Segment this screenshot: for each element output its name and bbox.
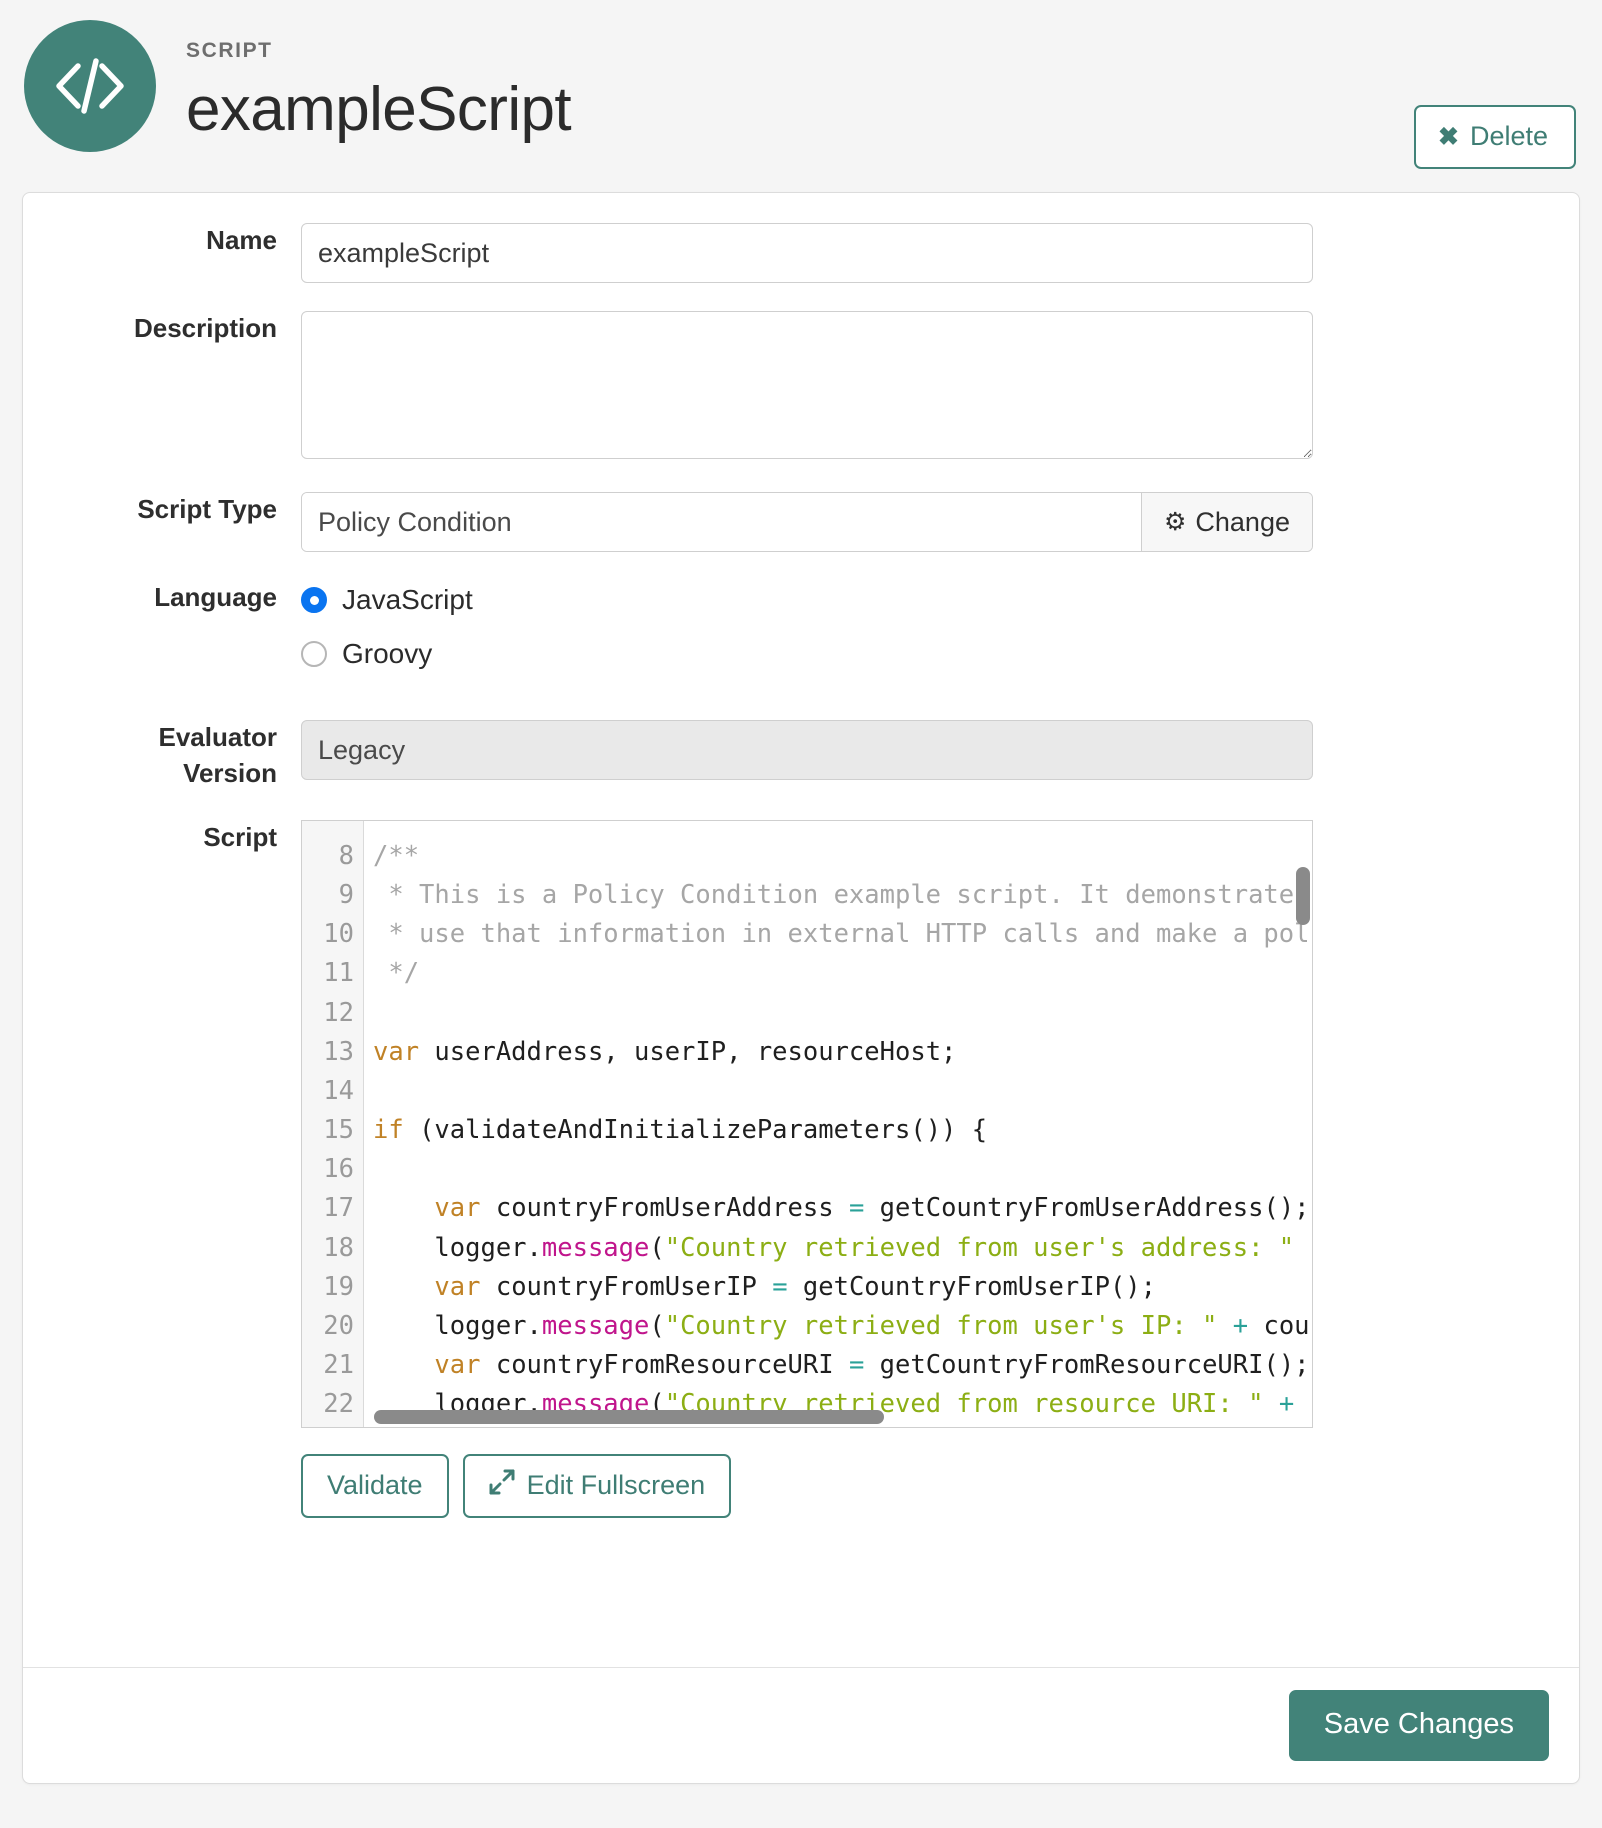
- editor-code-line: var userAddress, userIP, resourceHost;: [373, 1033, 1312, 1072]
- editor-line-number: 10: [302, 915, 354, 954]
- editor-line-number: 19: [302, 1268, 354, 1307]
- name-input[interactable]: [301, 223, 1313, 283]
- radio-option-javascript[interactable]: JavaScript: [301, 584, 1313, 616]
- editor-line-number: 12: [302, 994, 354, 1033]
- editor-code-line: [373, 1072, 1312, 1111]
- card-footer: Save Changes: [23, 1667, 1579, 1783]
- expand-arrows-icon: [489, 1469, 515, 1502]
- gear-icon: ⚙: [1164, 510, 1186, 535]
- description-textarea[interactable]: [301, 311, 1313, 459]
- editor-line-number: 22: [302, 1385, 354, 1424]
- validate-button-label: Validate: [327, 1470, 423, 1501]
- form-row-script-type: Script Type Policy Condition ⚙ Change: [51, 492, 1551, 552]
- code-brackets-icon: [51, 53, 129, 119]
- editor-line-number: 11: [302, 954, 354, 993]
- save-changes-button[interactable]: Save Changes: [1289, 1690, 1549, 1761]
- change-button-label: Change: [1195, 507, 1290, 538]
- form-row-description: Description: [51, 311, 1551, 464]
- language-label: Language: [51, 580, 301, 616]
- editor-code-area[interactable]: /** * This is a Policy Condition example…: [364, 821, 1312, 1427]
- form-row-script: Script 8910111213141516171819202122 /** …: [51, 820, 1551, 1518]
- radio-indicator-groovy[interactable]: [301, 641, 327, 667]
- header-text-block: SCRIPT exampleScript: [186, 18, 571, 144]
- page-eyebrow: SCRIPT: [186, 40, 571, 61]
- edit-fullscreen-button[interactable]: Edit Fullscreen: [463, 1454, 732, 1518]
- editor-line-number-gutter: 8910111213141516171819202122: [302, 821, 364, 1427]
- code-editor[interactable]: 8910111213141516171819202122 /** * This …: [301, 820, 1313, 1428]
- edit-fullscreen-button-label: Edit Fullscreen: [527, 1470, 706, 1501]
- editor-code-line: * use that information in external HTTP …: [373, 915, 1312, 954]
- evaluator-version-label-line2: Version: [51, 756, 277, 792]
- page-title: exampleScript: [186, 75, 571, 144]
- radio-option-groovy[interactable]: Groovy: [301, 638, 1313, 670]
- editor-line-number: 20: [302, 1307, 354, 1346]
- editor-line-number: 17: [302, 1189, 354, 1228]
- editor-line-number: 8: [302, 837, 354, 876]
- form-row-language: Language JavaScript Groovy: [51, 580, 1551, 692]
- save-changes-label: Save Changes: [1324, 1708, 1514, 1740]
- script-type-group: Policy Condition ⚙ Change: [301, 492, 1313, 552]
- radio-label-javascript: JavaScript: [342, 584, 473, 616]
- editor-line-number: 16: [302, 1150, 354, 1189]
- radio-label-groovy: Groovy: [342, 638, 432, 670]
- editor-line-number: 9: [302, 876, 354, 915]
- language-radio-group: JavaScript Groovy: [301, 580, 1313, 670]
- name-label: Name: [51, 223, 301, 259]
- editor-code-line: * This is a Policy Condition example scr…: [373, 876, 1312, 915]
- delete-button-label: Delete: [1470, 121, 1548, 152]
- script-avatar: [24, 20, 156, 152]
- radio-indicator-javascript[interactable]: [301, 587, 327, 613]
- script-detail-card: Name Description Script Type Policy Cond…: [22, 192, 1580, 1784]
- script-type-value: Policy Condition: [302, 493, 1141, 551]
- editor-vertical-scrollbar[interactable]: [1296, 823, 1310, 1427]
- editor-code-line: var countryFromResourceURI = getCountryF…: [373, 1346, 1312, 1385]
- editor-line-number: 21: [302, 1346, 354, 1385]
- editor-vertical-scrollbar-thumb[interactable]: [1296, 867, 1310, 925]
- evaluator-version-label-line1: Evaluator: [51, 720, 277, 756]
- editor-line-number: 15: [302, 1111, 354, 1150]
- card-body: Name Description Script Type Policy Cond…: [23, 193, 1579, 1667]
- form-row-name: Name: [51, 223, 1551, 283]
- editor-code-line: var countryFromUserIP = getCountryFromUs…: [373, 1268, 1312, 1307]
- page-header: SCRIPT exampleScript ✖ Delete: [0, 0, 1602, 192]
- editor-line-number: 13: [302, 1033, 354, 1072]
- close-x-icon: ✖: [1438, 125, 1459, 150]
- editor-actions: Validate Edit Fullscreen: [301, 1454, 1313, 1518]
- editor-code-line: */: [373, 954, 1312, 993]
- delete-button[interactable]: ✖ Delete: [1414, 105, 1576, 169]
- editor-code-line: logger.message("Country retrieved from u…: [373, 1229, 1312, 1268]
- evaluator-version-value: Legacy: [301, 720, 1313, 780]
- editor-code-line: [373, 994, 1312, 1033]
- editor-code-line: [373, 1150, 1312, 1189]
- editor-horizontal-scrollbar-thumb[interactable]: [374, 1410, 884, 1424]
- script-type-label: Script Type: [51, 492, 301, 528]
- validate-button[interactable]: Validate: [301, 1454, 449, 1518]
- editor-code-line: var countryFromUserAddress = getCountryF…: [373, 1189, 1312, 1228]
- editor-line-number: 18: [302, 1229, 354, 1268]
- editor-code-line: /**: [373, 837, 1312, 876]
- evaluator-version-label: Evaluator Version: [51, 720, 301, 792]
- editor-code-line: logger.message("Country retrieved from u…: [373, 1307, 1312, 1346]
- form-row-evaluator-version: Evaluator Version Legacy: [51, 720, 1551, 792]
- change-script-type-button[interactable]: ⚙ Change: [1141, 493, 1312, 551]
- description-label: Description: [51, 311, 301, 347]
- script-label: Script: [51, 820, 301, 856]
- editor-line-number: 14: [302, 1072, 354, 1111]
- editor-code-line: if (validateAndInitializeParameters()) {: [373, 1111, 1312, 1150]
